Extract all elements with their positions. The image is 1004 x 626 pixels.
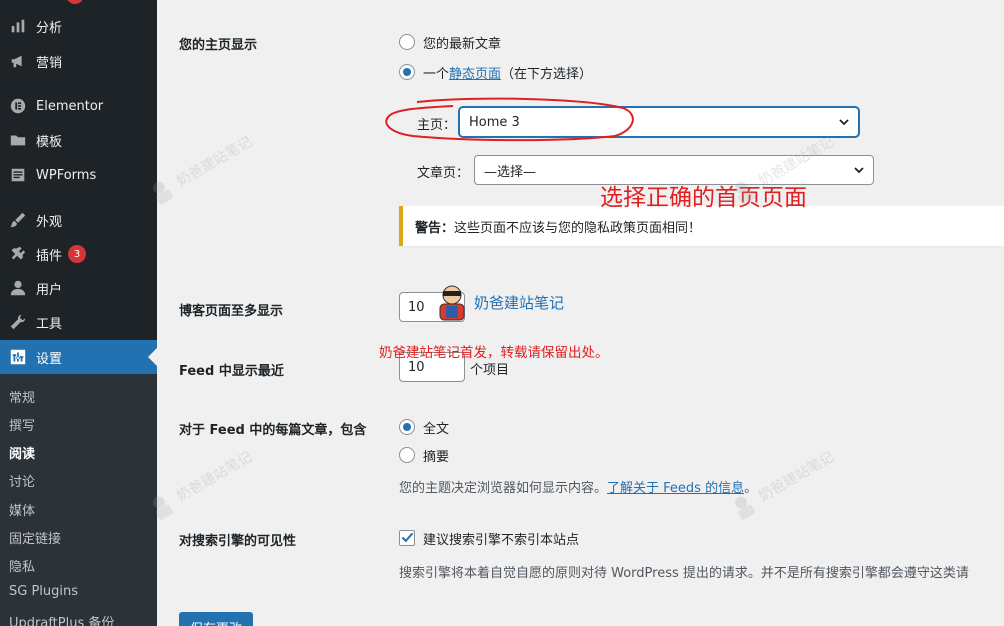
latest-posts-label: 您的最新文章 bbox=[423, 37, 502, 52]
submenu-reading[interactable]: 阅读 bbox=[9, 443, 35, 462]
feed-items-label: Feed 中显示最近 bbox=[179, 364, 284, 379]
copyright-notice: 奶爸建站笔记首发，转载请保留出处。 bbox=[379, 345, 609, 361]
homepage-display-label: 您的主页显示 bbox=[179, 38, 258, 53]
discourage-search-label: 建议搜索引擎不索引本站点 bbox=[423, 533, 580, 548]
static-suffix: （在下方选择） bbox=[501, 67, 593, 82]
menu-label: WPForms bbox=[36, 167, 97, 183]
megaphone-icon bbox=[0, 52, 36, 70]
menu-item-settings[interactable]: 设置 bbox=[0, 340, 157, 374]
menu-item-plugins[interactable]: 插件 3 bbox=[0, 237, 157, 271]
menu-item-templates[interactable]: 模板 bbox=[0, 123, 157, 157]
menu-item-tools[interactable]: 工具 bbox=[0, 305, 157, 339]
submenu-permalinks[interactable]: 固定链接 bbox=[9, 528, 61, 547]
feeds-info-link[interactable]: 了解关于 Feeds 的信息 bbox=[607, 481, 744, 496]
menu-item-wpforms[interactable]: WPForms bbox=[0, 158, 157, 192]
discourage-search-checkbox[interactable] bbox=[399, 530, 415, 546]
menu-label: Elementor bbox=[36, 98, 104, 114]
radio-full-text[interactable] bbox=[399, 419, 415, 435]
chevron-down-icon bbox=[839, 119, 849, 126]
menu-label: 模板 bbox=[36, 134, 63, 150]
menu-item-appearance[interactable]: 外观 bbox=[0, 203, 157, 237]
menu-label: 插件 bbox=[36, 248, 63, 264]
privacy-warning-notice: 警告： 这些页面不应该与您的隐私政策页面相同！ bbox=[399, 206, 1004, 246]
static-prefix: 一个 bbox=[423, 67, 450, 82]
submenu-privacy[interactable]: 隐私 bbox=[9, 556, 35, 575]
feed-description: 您的主题决定浏览器如何显示内容。了解关于 Feeds 的信息。 bbox=[399, 477, 757, 496]
blog-pages-label: 博客页面至多显示 bbox=[179, 304, 284, 319]
feed-content-label: 对于 Feed 中的每篇文章，包含 bbox=[179, 423, 367, 438]
menu-item-marketing[interactable]: 营销 bbox=[0, 44, 157, 78]
submenu-discussion[interactable]: 讨论 bbox=[9, 471, 35, 490]
menu-item-elementor[interactable]: Elementor bbox=[0, 89, 157, 123]
wrench-icon bbox=[0, 313, 36, 331]
user-icon bbox=[0, 279, 36, 297]
elementor-icon bbox=[0, 97, 36, 115]
stamp-text: 奶爸建站笔记 bbox=[474, 293, 565, 312]
menu-label: 工具 bbox=[36, 316, 63, 332]
radio-latest-posts[interactable] bbox=[399, 34, 415, 50]
posts-select-label: 文章页： bbox=[417, 166, 470, 181]
full-text-label: 全文 bbox=[423, 422, 450, 437]
plugin-icon bbox=[0, 245, 36, 263]
submenu-general[interactable]: 常规 bbox=[9, 387, 35, 406]
warning-title: 警告： bbox=[415, 220, 455, 236]
red-circle-annotation bbox=[385, 97, 634, 142]
form-icon bbox=[0, 166, 36, 184]
watermark-stamp: 奶爸建站笔记 bbox=[432, 282, 564, 322]
menu-label: 设置 bbox=[36, 351, 63, 367]
menu-label: 营销 bbox=[36, 55, 63, 71]
feed-desc-text: 您的主题决定浏览器如何显示内容。 bbox=[399, 481, 608, 496]
summary-label: 摘要 bbox=[423, 450, 450, 465]
brush-icon bbox=[0, 211, 36, 229]
cartoon-avatar-icon bbox=[439, 285, 465, 321]
menu-item-analytics[interactable]: 分析 bbox=[0, 9, 157, 43]
menu-item-users[interactable]: 用户 bbox=[0, 271, 157, 305]
chevron-down-icon bbox=[854, 167, 864, 174]
radio-static-page[interactable] bbox=[399, 64, 415, 80]
feed-items-unit: 个项目 bbox=[470, 363, 510, 378]
admin-sidebar: 分析 营销 Elementor 模板 WPForms 外观 插件 3 用户 工具… bbox=[0, 0, 157, 626]
settings-submenu: 常规 撰写 阅读 讨论 媒体 固定链接 隐私 SG Plugins Updraf… bbox=[0, 374, 157, 626]
submenu-writing[interactable]: 撰写 bbox=[9, 415, 35, 434]
reading-settings-form: 您的主页显示 您的最新文章 一个静态页面（在下方选择） 主页： Home 3 文… bbox=[157, 0, 1004, 626]
radio-summary[interactable] bbox=[399, 447, 415, 463]
search-visibility-description: 搜索引擎将本着自觉自愿的原则对待 WordPress 提出的请求。并不是所有搜索… bbox=[399, 566, 969, 581]
bar-chart-icon bbox=[0, 17, 36, 35]
menu-label: 用户 bbox=[36, 282, 63, 298]
submenu-media[interactable]: 媒体 bbox=[9, 500, 35, 519]
static-page-option: 一个静态页面（在下方选择） bbox=[423, 63, 592, 82]
submenu-updraftplus[interactable]: UpdraftPlus 备份 bbox=[9, 612, 114, 626]
static-page-link[interactable]: 静态页面 bbox=[449, 67, 501, 82]
folder-icon bbox=[0, 131, 36, 149]
warning-text: 这些页面不应该与您的隐私政策页面相同！ bbox=[454, 220, 702, 236]
plugin-update-badge: 3 bbox=[68, 245, 87, 263]
menu-label: 分析 bbox=[36, 20, 63, 36]
save-changes-button[interactable]: 保存更改 bbox=[179, 612, 253, 626]
menu-label: 外观 bbox=[36, 214, 63, 230]
submenu-sg-plugins[interactable]: SG Plugins bbox=[9, 584, 78, 599]
posts-select-value: —选择— bbox=[484, 164, 537, 180]
update-badge-top bbox=[66, 0, 84, 4]
checkmark-icon bbox=[401, 532, 414, 543]
settings-icon bbox=[0, 348, 36, 366]
search-visibility-label: 对搜索引擎的可见性 bbox=[179, 534, 297, 549]
